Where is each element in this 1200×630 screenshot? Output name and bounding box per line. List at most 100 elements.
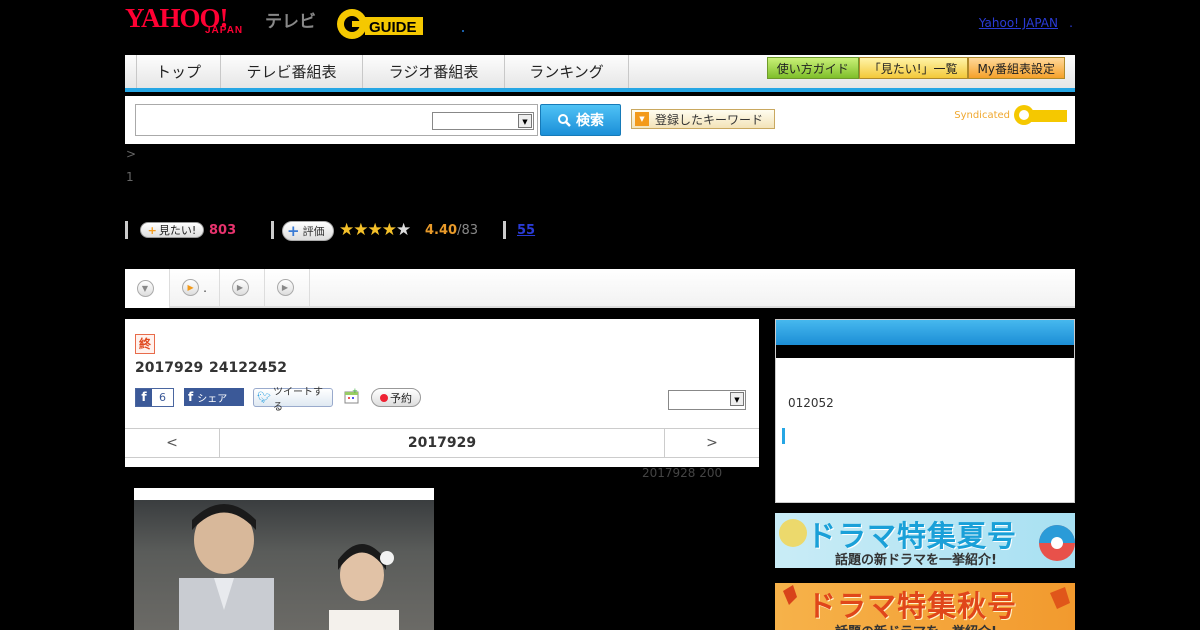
star-icon: ★: [353, 220, 368, 240]
star-icon: ★: [339, 220, 354, 240]
yahoo-japan-link[interactable]: Yahoo! JAPAN: [979, 16, 1058, 30]
rate-label: 評価: [302, 225, 325, 238]
svg-text:+: +: [352, 388, 358, 395]
drama-autumn-banner[interactable]: ドラマ特集秋号 話題の新ドラマを一挙紹介!: [775, 583, 1075, 630]
subtab-reviews[interactable]: ▶: [220, 269, 265, 306]
record-reserve-button[interactable]: 予約: [371, 388, 421, 407]
rating-count: /83: [457, 223, 478, 238]
rate-button[interactable]: + 評価: [282, 221, 334, 241]
nav-tab-radio-listings[interactable]: ラジオ番組表: [363, 55, 505, 88]
channel-select[interactable]: ▼: [668, 390, 746, 410]
my-listings-settings-button[interactable]: My番組表設定: [967, 57, 1065, 79]
record-dot-icon: [380, 393, 388, 402]
facebook-share-label: シェア: [197, 393, 228, 405]
program-detail-panel: 終 2017929 24122452 f 6 f シェア 🐦︎ ツイートする +…: [125, 319, 759, 467]
calendar-add-icon[interactable]: +: [344, 388, 359, 404]
side-accent-bar: [782, 428, 785, 444]
subtab-related[interactable]: ▶: [265, 269, 310, 306]
gguide-logo-text: GUIDE: [369, 19, 417, 36]
program-sub-tabs: ▼ ▶ . ▶ ▶: [125, 269, 1075, 308]
episode-count: 1: [126, 170, 134, 184]
side-info-box: 012052: [775, 319, 1075, 503]
header-divider-dot: [462, 30, 464, 32]
previous-date-button[interactable]: <: [125, 429, 220, 457]
facebook-like-button[interactable]: f 6: [135, 388, 174, 407]
plus-icon: +: [287, 222, 300, 240]
syndicated-label: Syndicated: [954, 109, 1010, 121]
drama-summer-banner[interactable]: ドラマ特集夏号 話題の新ドラマを一挙紹介!: [775, 513, 1075, 568]
subtab-label: .: [203, 280, 207, 295]
next-date-button[interactable]: >: [664, 429, 759, 457]
rating-score: 4.40/83: [425, 223, 478, 238]
nav-tab-tv-listings[interactable]: テレビ番組表: [221, 55, 363, 88]
search-category-select[interactable]: ▼: [432, 112, 534, 130]
star-icon: ★: [381, 220, 397, 240]
series-end-badge: 終: [135, 334, 155, 354]
facebook-like-count: 6: [159, 391, 166, 404]
syndicated-gguide-badge: Syndicated: [954, 104, 1067, 126]
gguide-logo[interactable]: GUIDE: [335, 7, 427, 41]
record-label: 予約: [390, 391, 412, 405]
air-time: 24122452: [209, 360, 287, 376]
banner-subtitle: 話題の新ドラマを一挙紹介!: [835, 621, 997, 630]
saved-keywords-label: 登録したキーワード: [655, 112, 764, 127]
nav-tab-ranking[interactable]: ランキング: [505, 55, 629, 88]
subtab-episodes[interactable]: ▶ .: [170, 269, 220, 306]
facebook-share-button[interactable]: f シェア: [184, 388, 244, 406]
want-to-watch-count: 803: [209, 223, 237, 238]
chevron-down-icon: ▼: [730, 392, 744, 406]
side-number: 012052: [788, 396, 834, 410]
rating-stars: ★★★★★: [339, 220, 411, 240]
air-date: 2017929: [135, 360, 204, 376]
stats-divider: [125, 221, 128, 239]
nav-tabs: トップ テレビ番組表 ラジオ番組表 ランキング: [136, 55, 629, 88]
chevron-down-circle-icon: ▼: [136, 280, 154, 297]
want-to-watch-label: 見たい!: [158, 224, 197, 237]
side-box-header: [776, 320, 1074, 345]
tweet-button[interactable]: 🐦︎ ツイートする: [253, 387, 333, 413]
tv-label[interactable]: テレビ: [265, 7, 316, 32]
gguide-small-logo: [1014, 105, 1067, 125]
banner-title: ドラマ特集秋号: [807, 589, 1018, 623]
program-photo-art: [179, 504, 399, 630]
watchlist-button[interactable]: 「見たい!」一覧: [858, 57, 968, 79]
banner-subtitle: 話題の新ドラマを一挙紹介!: [835, 553, 997, 568]
nav-buttons: 使い方ガイド 「見たい!」一覧 My番組表設定: [766, 57, 1065, 79]
chevron-down-icon: ▼: [518, 114, 532, 128]
current-date: 2017929: [407, 435, 477, 451]
search-button[interactable]: 検索: [540, 104, 621, 136]
yahoo-japan-dot: .: [1069, 16, 1073, 30]
play-circle-icon: ▶: [276, 279, 294, 296]
dropdown-arrow-icon: ▼: [635, 112, 649, 126]
program-photo: [134, 488, 434, 630]
nav-tab-top[interactable]: トップ: [137, 55, 221, 88]
site-header: YAHOO! JAPAN テレビ GUIDE Yahoo! JAPAN .: [125, 0, 1075, 50]
yahoo-japan-logo-text: JAPAN: [205, 25, 244, 36]
want-to-watch-button[interactable]: + 見たい!: [140, 222, 204, 238]
play-circle-icon: ▶: [182, 279, 200, 296]
review-count-link[interactable]: 55: [517, 223, 535, 238]
facebook-icon: f: [136, 389, 152, 406]
program-photo-image: [134, 500, 434, 630]
star-empty-icon: ★: [396, 220, 411, 240]
star-icon: ★: [367, 220, 383, 240]
main-nav: トップ テレビ番組表 ラジオ番組表 ランキング 使い方ガイド 「見たい!」一覧 …: [125, 55, 1075, 92]
search-button-label: 検索: [576, 113, 604, 129]
guide-button[interactable]: 使い方ガイド: [766, 57, 859, 79]
saved-keywords-button[interactable]: ▼ 登録したキーワード: [631, 109, 775, 129]
facebook-icon: f: [188, 390, 194, 404]
stats-divider: [271, 221, 274, 239]
broadcast-note: 2017928 200: [642, 466, 723, 480]
play-circle-icon: ▶: [231, 279, 249, 296]
twitter-bird-icon: 🐦︎: [257, 391, 271, 404]
breadcrumb: >: [126, 147, 137, 161]
rating-value: 4.40: [425, 223, 458, 238]
search-bar: ▼ 検索 ▼ 登録したキーワード Syndicated: [125, 96, 1075, 144]
side-box-subheader: [776, 345, 1074, 358]
date-navigation: < 2017929 >: [125, 428, 759, 458]
plus-icon: +: [147, 223, 157, 237]
tweet-label: ツイートする: [272, 386, 323, 413]
subtab-program-info[interactable]: ▼: [125, 269, 170, 308]
search-icon: [558, 114, 571, 127]
stats-divider: [503, 221, 506, 239]
